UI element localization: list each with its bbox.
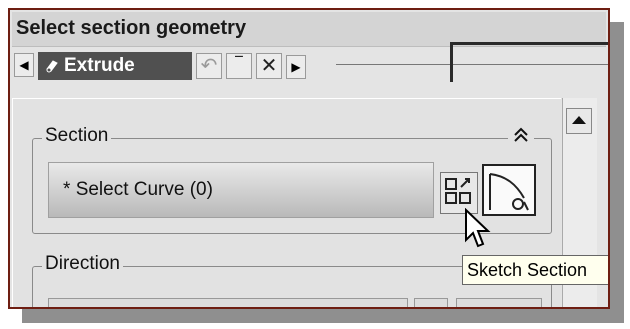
tab-extrude[interactable]: Extrude <box>38 52 192 80</box>
section-legend: Section <box>42 126 112 146</box>
select-curve-label: Select Curve (0) <box>75 179 213 200</box>
vector-dialog-button[interactable] <box>456 298 542 307</box>
specify-vector-button[interactable] <box>48 298 408 307</box>
reverse-direction-button[interactable] <box>414 298 448 307</box>
section-collapse-icon[interactable] <box>508 126 534 149</box>
close-button[interactable]: ✕ <box>256 53 282 79</box>
minimize-button[interactable]: ‾ <box>226 53 252 79</box>
undo-icon[interactable]: ↶ <box>196 53 222 79</box>
tab-divider <box>336 64 608 65</box>
graphics-border-left <box>450 42 453 82</box>
tab-row: ◀ Extrude ↶ ‾ ✕ ▶ <box>10 50 608 82</box>
tab-extrude-label: Extrude <box>64 55 135 76</box>
graphics-border-top <box>450 42 608 45</box>
dialog-window: Select section geometry ◀ Extrude ↶ ‾ ✕ … <box>8 8 610 309</box>
extrude-icon <box>46 60 58 73</box>
tab-prev-button[interactable]: ◀ <box>14 53 34 77</box>
select-curve-button[interactable]: * Select Curve (0) <box>48 162 434 218</box>
tab-next-button[interactable]: ▶ <box>286 55 306 79</box>
tooltip: Sketch Section <box>462 255 608 285</box>
triangle-up-icon <box>572 116 586 124</box>
window-title: Select section geometry <box>16 17 247 39</box>
mouse-cursor-icon <box>465 208 491 248</box>
curve-rule-icon <box>489 173 529 211</box>
sketch-section-icon <box>445 178 471 204</box>
direction-legend: Direction <box>42 254 123 274</box>
required-asterisk: * <box>63 179 71 200</box>
scroll-up-button[interactable] <box>566 108 592 134</box>
